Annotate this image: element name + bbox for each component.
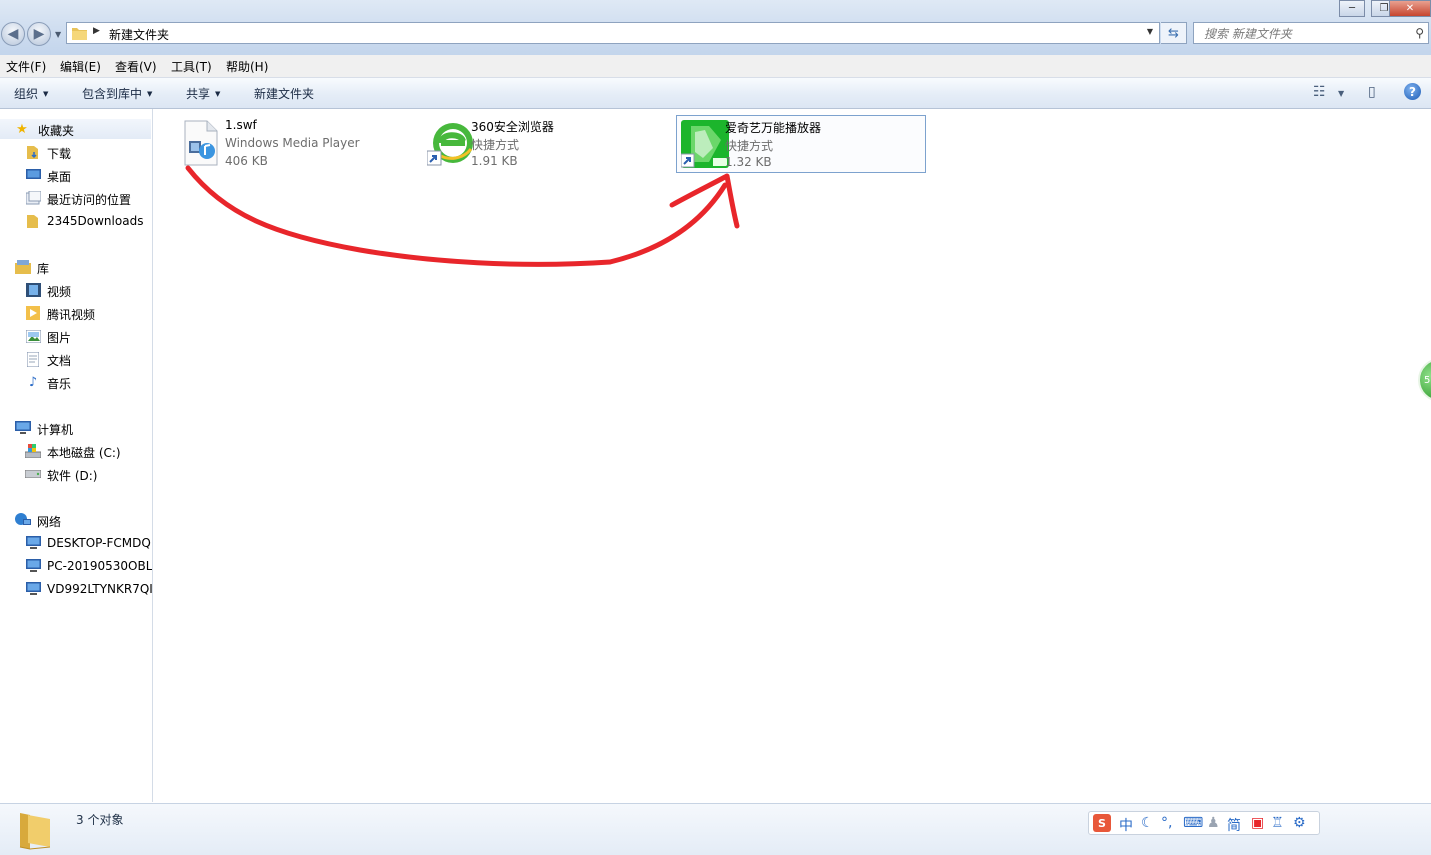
- chevron-down-icon: ▼: [147, 90, 153, 98]
- file-name: 360安全浏览器: [471, 120, 554, 134]
- settings-gear-icon[interactable]: ⚙: [1293, 815, 1306, 831]
- refresh-button[interactable]: ⇆: [1161, 22, 1187, 44]
- new-folder-button[interactable]: 新建文件夹: [254, 85, 314, 102]
- title-bar: ─ ❐ ✕ ◀ ▶ ▼ ▶ 新建文件夹 ▼ ⇆ ⚲: [0, 0, 1431, 55]
- folder-icon: [72, 28, 87, 40]
- file-type: 快捷方式: [471, 138, 520, 152]
- network-computer-icon: [25, 558, 41, 574]
- ime-simplified[interactable]: 简: [1227, 815, 1241, 835]
- close-button[interactable]: ✕: [1389, 0, 1431, 17]
- command-bar: 组织 ▼ 包含到库中 ▼ 共享 ▼ 新建文件夹 ☷ ▼ ▯ ?: [0, 78, 1431, 109]
- skin-icon[interactable]: ♖: [1271, 815, 1284, 831]
- video-library-icon: [25, 282, 41, 298]
- tencent-video-icon: [25, 305, 41, 321]
- file-tile[interactable]: 360安全浏览器 快捷方式 1.91 KB: [423, 115, 673, 173]
- system-drive-icon: [25, 443, 41, 459]
- address-history-dropdown-icon[interactable]: ▼: [1147, 27, 1153, 36]
- help-icon[interactable]: ?: [1404, 83, 1421, 100]
- recent-pages-dropdown-icon[interactable]: ▼: [55, 30, 61, 39]
- file-type: Windows Media Player: [225, 136, 360, 150]
- ime-mode-chinese[interactable]: 中: [1119, 815, 1133, 835]
- breadcrumb-current[interactable]: 新建文件夹: [109, 26, 169, 43]
- documents-icon: [25, 351, 41, 367]
- folder-icon: [19, 813, 51, 850]
- file-type: 快捷方式: [725, 139, 774, 153]
- file-size: 1.32 KB: [725, 155, 772, 169]
- menu-bar: 文件(F) 编辑(E) 查看(V) 工具(T) 帮助(H): [0, 55, 1431, 78]
- desktop-icon: [25, 167, 41, 183]
- navigation-pane: ★ 收藏夹 下载 桌面 最近访问的位置 2345Downloads 库 视频 腾…: [0, 109, 153, 802]
- search-icon[interactable]: ⚲: [1415, 26, 1424, 40]
- user-icon[interactable]: ♟: [1207, 815, 1220, 831]
- keyboard-icon[interactable]: ⌨: [1183, 815, 1203, 831]
- view-options-dropdown-icon[interactable]: ▼: [1338, 89, 1344, 98]
- menu-file[interactable]: 文件(F): [6, 58, 46, 75]
- change-view-icon[interactable]: ☷: [1313, 84, 1326, 100]
- menu-edit[interactable]: 编辑(E): [60, 58, 101, 75]
- 360-browser-icon: [427, 123, 473, 166]
- include-in-library-button[interactable]: 包含到库中 ▼: [82, 85, 152, 102]
- punctuation-icon[interactable]: °,: [1161, 815, 1172, 831]
- address-bar[interactable]: ▶ 新建文件夹 ▼: [66, 22, 1160, 44]
- pictures-icon: [25, 328, 41, 344]
- iqiyi-player-icon: [681, 120, 729, 168]
- file-tile[interactable]: 1.swf Windows Media Player 406 KB: [177, 115, 427, 173]
- library-icon: [15, 259, 31, 275]
- menu-view[interactable]: 查看(V): [115, 58, 157, 75]
- search-input[interactable]: [1202, 25, 1406, 43]
- video-icon[interactable]: ▣: [1251, 815, 1264, 831]
- forward-arrow-icon: ▶: [33, 26, 45, 42]
- organize-button[interactable]: 组织 ▼: [14, 85, 48, 102]
- recent-places-icon: [25, 190, 41, 206]
- music-note-icon: ♪: [28, 374, 38, 390]
- search-box[interactable]: ⚲: [1193, 22, 1429, 44]
- chevron-down-icon: ▼: [215, 90, 221, 98]
- ime-toolbar: S 中 ☾ °, ⌨ ♟ 简 ▣ ♖ ⚙: [1088, 811, 1320, 835]
- network-computer-icon: [25, 581, 41, 597]
- item-count: 3 个对象: [76, 813, 124, 827]
- file-size: 406 KB: [225, 154, 268, 168]
- drive-icon: [25, 466, 41, 482]
- share-button[interactable]: 共享 ▼: [186, 85, 220, 102]
- menu-help[interactable]: 帮助(H): [226, 58, 268, 75]
- menu-tools[interactable]: 工具(T): [171, 58, 212, 75]
- back-button[interactable]: ◀: [1, 22, 25, 46]
- file-size: 1.91 KB: [471, 154, 518, 168]
- file-name: 爱奇艺万能播放器: [725, 121, 822, 135]
- downloads-folder-icon: [25, 144, 41, 160]
- folder-icon: [25, 213, 41, 229]
- refresh-icon: ⇆: [1168, 25, 1179, 41]
- star-icon: ★: [16, 121, 28, 137]
- network-computer-icon: [25, 535, 41, 551]
- file-list-pane[interactable]: 1.swf Windows Media Player 406 KB 360安全浏…: [153, 109, 1431, 802]
- file-tile-selected[interactable]: 爱奇艺万能播放器 快捷方式 1.32 KB: [676, 115, 926, 173]
- forward-button[interactable]: ▶: [27, 22, 51, 46]
- preview-pane-icon[interactable]: ▯: [1368, 84, 1376, 100]
- sogou-logo-icon[interactable]: S: [1093, 814, 1111, 832]
- breadcrumb-separator-icon: ▶: [93, 26, 100, 36]
- chevron-down-icon: ▼: [43, 90, 49, 98]
- network-icon: [15, 512, 31, 528]
- sidebar-favorites[interactable]: ★ 收藏夹: [0, 119, 151, 139]
- wmp-file-icon: [184, 120, 218, 166]
- file-name: 1.swf: [225, 118, 257, 132]
- minimize-button[interactable]: ─: [1339, 0, 1365, 17]
- computer-icon: [15, 420, 31, 436]
- moon-icon[interactable]: ☾: [1141, 815, 1154, 831]
- back-arrow-icon: ◀: [7, 26, 19, 42]
